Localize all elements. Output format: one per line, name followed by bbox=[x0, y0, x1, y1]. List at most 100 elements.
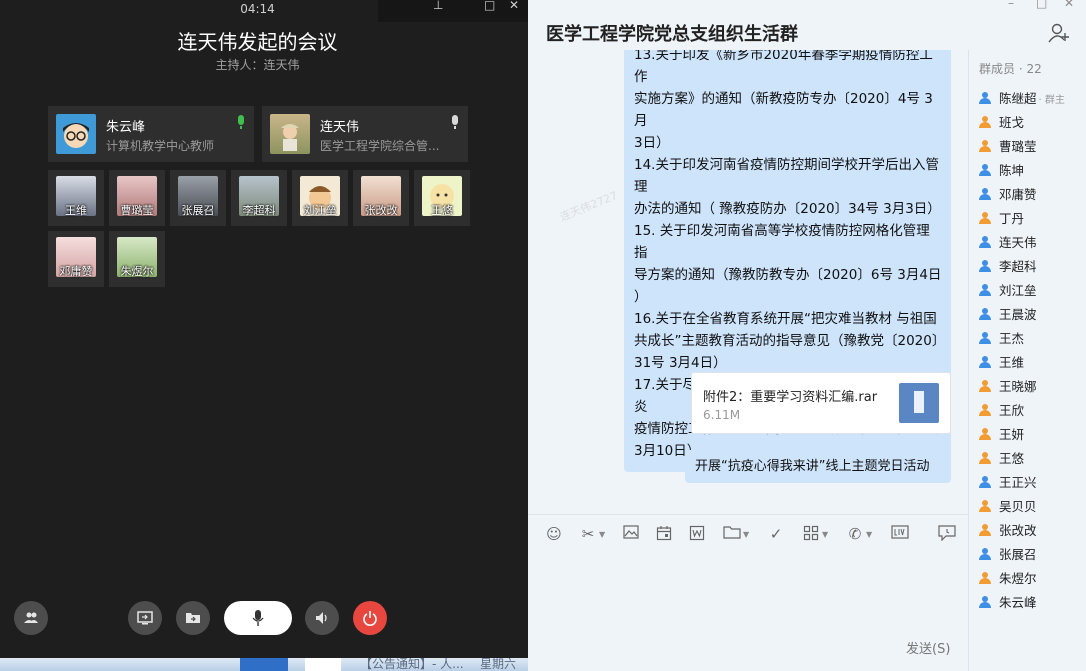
participant-tile[interactable]: 朱煜尔 bbox=[109, 231, 165, 287]
member-item[interactable]: 陈继超 · 群主 bbox=[979, 88, 1065, 108]
members-button[interactable] bbox=[14, 601, 48, 635]
member-item[interactable]: 王晨波 bbox=[979, 304, 1037, 324]
member-item[interactable]: 吴贝贝 bbox=[979, 496, 1037, 516]
close-icon[interactable]: ✕ bbox=[1064, 0, 1074, 10]
message-input[interactable] bbox=[528, 554, 968, 634]
file-name: 附件2：重要学习资料汇编.rar bbox=[703, 390, 878, 405]
participant-tile[interactable]: 王维 bbox=[48, 170, 104, 226]
avatar bbox=[270, 114, 310, 154]
scrollbar[interactable] bbox=[1080, 50, 1086, 671]
person-icon bbox=[979, 452, 991, 464]
member-name: 王悠 bbox=[999, 451, 1025, 466]
participant-tile[interactable]: 张展召 bbox=[170, 170, 226, 226]
featured-participant-card[interactable]: 朱云峰 计算机教学中心教师 bbox=[48, 106, 254, 162]
watermark: 连天伟2727 bbox=[557, 189, 620, 224]
member-item[interactable]: 陈坤 bbox=[979, 160, 1024, 180]
participant-tile[interactable]: 邓庸赞 bbox=[48, 231, 104, 287]
participant-name: 王悠 bbox=[431, 204, 453, 217]
chat-history-icon[interactable] bbox=[938, 525, 956, 543]
message-list[interactable]: 连天伟2727 连天伟2727 连天伟2727 13.关于印发《新乡市2020年… bbox=[528, 50, 968, 513]
message-line: 15. 关于印发河南省高等学校疫情防控网格化管理指 bbox=[634, 223, 930, 261]
close-icon[interactable]: ✕ bbox=[509, 0, 519, 12]
maximize-icon[interactable]: □ bbox=[484, 0, 495, 12]
minimize-icon[interactable]: – bbox=[1008, 0, 1014, 10]
avatar bbox=[56, 114, 96, 154]
member-item[interactable]: 王杰 bbox=[979, 328, 1024, 348]
message-line: 办法的通知（ 豫教疫防办〔2020〕34号 3月3日） bbox=[634, 201, 941, 217]
member-name: 刘江垒 bbox=[999, 283, 1037, 298]
power-icon bbox=[363, 611, 377, 626]
owner-badge: · 群主 bbox=[1038, 95, 1065, 106]
taskbar-item[interactable] bbox=[240, 658, 288, 671]
message-line: 14.关于印发河南省疫情防控期间学校开学后出入管理 bbox=[634, 157, 939, 195]
member-item[interactable]: 王维 bbox=[979, 352, 1024, 372]
participant-tile[interactable]: 刘江垒 bbox=[292, 170, 348, 226]
word-doc-icon[interactable] bbox=[688, 525, 706, 543]
member-count-header: 群成员 · 22 bbox=[979, 60, 1042, 77]
microphone-button[interactable] bbox=[224, 601, 292, 635]
member-item[interactable]: 邓庸赞 bbox=[979, 184, 1037, 204]
participant-name: 曹璐莹 bbox=[120, 204, 154, 217]
member-name: 张改改 bbox=[999, 523, 1037, 538]
share-file-button[interactable] bbox=[176, 601, 210, 635]
message-bubble[interactable]: 开展“抗疫心得我来讲”线上主题党日活动 bbox=[685, 450, 951, 483]
emoji-icon[interactable]: ☺ bbox=[545, 525, 563, 543]
member-name: 王欣 bbox=[999, 403, 1025, 418]
participant-tile[interactable]: 李超科 bbox=[231, 170, 287, 226]
member-item[interactable]: 王晓娜 bbox=[979, 376, 1037, 396]
participant-tile[interactable]: 张改改 bbox=[353, 170, 409, 226]
member-item[interactable]: 朱云峰 bbox=[979, 592, 1037, 612]
featured-participant-card[interactable]: 连天伟 医学工程学院综合管... bbox=[262, 106, 468, 162]
member-item[interactable]: 张展召 bbox=[979, 544, 1037, 564]
share-screen-button[interactable] bbox=[128, 601, 162, 635]
add-member-icon[interactable] bbox=[1048, 22, 1070, 44]
member-name: 王维 bbox=[999, 355, 1025, 370]
member-name: 陈继超 bbox=[999, 91, 1037, 106]
pin-icon[interactable]: ⊥ bbox=[433, 0, 443, 12]
maximize-icon[interactable]: □ bbox=[1036, 0, 1047, 10]
taskbar-app-icon[interactable] bbox=[305, 658, 341, 671]
check-icon[interactable]: ✓ bbox=[767, 525, 785, 543]
hangup-button[interactable] bbox=[353, 601, 387, 635]
member-name: 张展召 bbox=[999, 547, 1037, 562]
participant-name: 张展召 bbox=[181, 204, 215, 217]
member-item[interactable]: 班戈 bbox=[979, 112, 1024, 132]
speaker-button[interactable] bbox=[305, 601, 339, 635]
participant-name: 朱煜尔 bbox=[120, 265, 154, 278]
phone-icon[interactable]: ✆ ▼ bbox=[846, 525, 872, 543]
taskbar: 【公告通知】- 人... 星期六 bbox=[0, 658, 528, 671]
image-icon[interactable] bbox=[622, 525, 640, 543]
member-item[interactable]: 王欣 bbox=[979, 400, 1024, 420]
person-icon bbox=[979, 428, 991, 440]
member-name: 王正兴 bbox=[999, 475, 1037, 490]
apps-icon[interactable]: ▼ bbox=[802, 525, 828, 543]
member-item[interactable]: 曹璐莹 bbox=[979, 136, 1037, 156]
member-item[interactable]: 刘江垒 bbox=[979, 280, 1037, 300]
meeting-title: 连天伟发起的会议 bbox=[177, 30, 338, 54]
member-item[interactable]: 王妍 bbox=[979, 424, 1024, 444]
person-icon bbox=[979, 140, 991, 152]
member-item[interactable]: 张改改 bbox=[979, 520, 1037, 540]
participant-role: 医学工程学院综合管... bbox=[320, 139, 440, 153]
taskbar-notice[interactable]: 【公告通知】- 人... bbox=[360, 658, 464, 671]
member-item[interactable]: 王正兴 bbox=[979, 472, 1037, 492]
send-button[interactable]: 发送(S) bbox=[906, 638, 950, 657]
live-icon[interactable] bbox=[891, 525, 909, 543]
member-item[interactable]: 李超科 bbox=[979, 256, 1037, 276]
member-item[interactable]: 王悠 bbox=[979, 448, 1024, 468]
person-icon bbox=[979, 212, 991, 224]
calendar-icon[interactable] bbox=[655, 525, 673, 543]
person-icon bbox=[979, 188, 991, 200]
person-icon bbox=[979, 404, 991, 416]
person-icon bbox=[979, 356, 991, 368]
member-label: 群成员 bbox=[979, 62, 1016, 76]
participant-tile[interactable]: 王悠 bbox=[414, 170, 470, 226]
file-attachment[interactable]: 附件2：重要学习资料汇编.rar 6.11M bbox=[691, 372, 951, 434]
person-icon bbox=[979, 164, 991, 176]
scissors-icon[interactable]: ✂ ▼ bbox=[579, 525, 605, 543]
member-item[interactable]: 朱煜尔 bbox=[979, 568, 1037, 588]
member-item[interactable]: 连天伟 bbox=[979, 232, 1037, 252]
folder-icon[interactable]: ▼ bbox=[723, 525, 749, 543]
participant-tile[interactable]: 曹璐莹 bbox=[109, 170, 165, 226]
member-item[interactable]: 丁丹 bbox=[979, 208, 1024, 228]
